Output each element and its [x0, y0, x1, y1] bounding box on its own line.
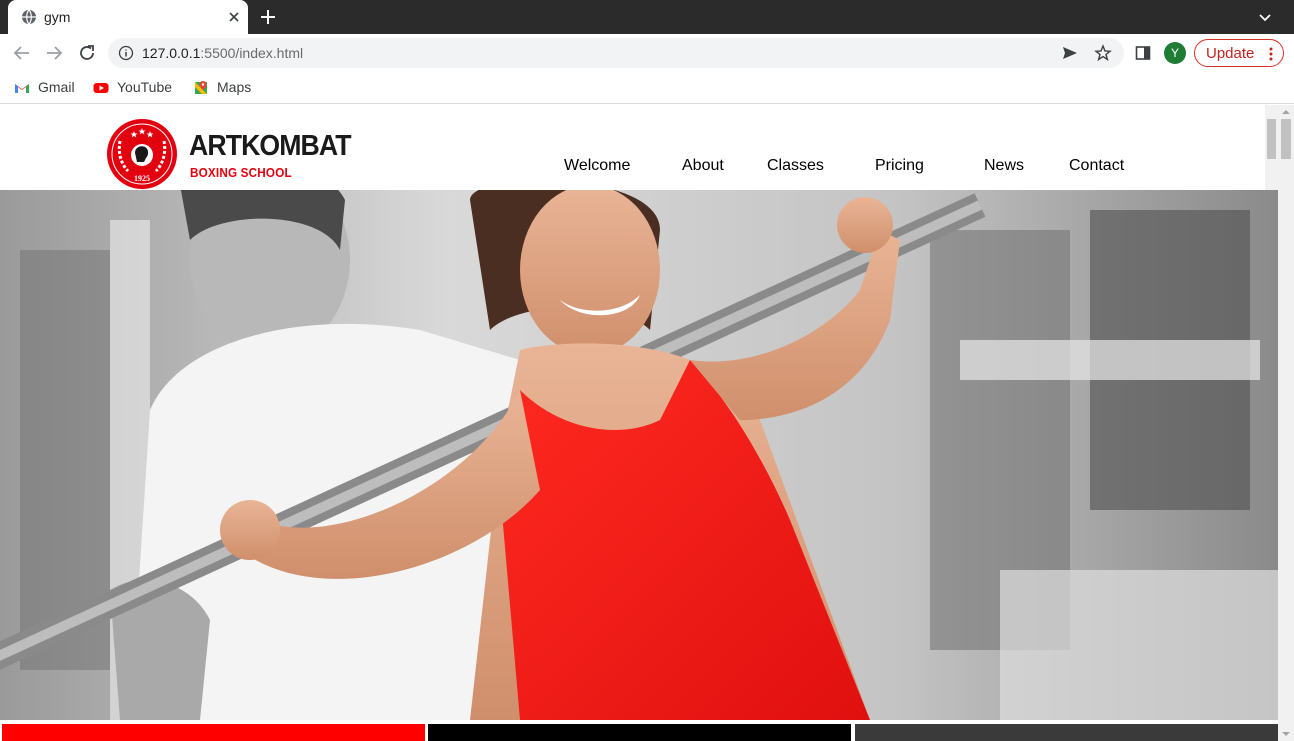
nav-pricing[interactable]: Pricing: [875, 157, 924, 175]
avatar[interactable]: Y: [1164, 42, 1186, 64]
bookmark-label: Maps: [217, 79, 252, 95]
bookmark-maps[interactable]: Maps: [193, 78, 263, 98]
side-panel-icon[interactable]: [1134, 44, 1152, 62]
forward-arrow-icon[interactable]: [43, 42, 65, 64]
scroll-up-icon[interactable]: [1282, 108, 1290, 116]
back-arrow-icon[interactable]: [11, 42, 33, 64]
url-text[interactable]: 127.0.0.1:5500/index.html: [142, 45, 303, 61]
hero-image: [0, 190, 1278, 720]
header-scroll-thumb[interactable]: [1267, 119, 1276, 159]
nav-about[interactable]: About: [682, 157, 724, 175]
update-label: Update: [1206, 45, 1255, 62]
nav-news[interactable]: News: [984, 157, 1024, 175]
gmail-icon: [15, 84, 29, 93]
bookmark-youtube[interactable]: YouTube: [93, 78, 183, 98]
bookmark-label: Gmail: [38, 79, 75, 95]
bookmark-gmail[interactable]: Gmail: [14, 78, 84, 98]
color-strips: [0, 724, 1278, 741]
strip-gray: [855, 724, 1278, 741]
send-icon[interactable]: [1061, 44, 1079, 62]
site-header: 1925 ARTKOMBAT BOXING SCHOOL Welcome Abo…: [0, 105, 1278, 190]
youtube-icon: [93, 83, 109, 93]
url-path: :5500/index.html: [200, 45, 304, 61]
bookmarks-bar: Gmail YouTube Maps: [0, 72, 1294, 104]
chevron-down-icon[interactable]: [1256, 8, 1274, 26]
logo-title[interactable]: ARTKOMBAT: [189, 130, 352, 163]
scroll-down-icon[interactable]: [1282, 730, 1290, 738]
logo-subtitle: BOXING SCHOOL: [190, 165, 292, 180]
tab-bar: gym: [0, 0, 1294, 34]
star-icon[interactable]: [1094, 44, 1112, 62]
close-icon[interactable]: [225, 8, 243, 26]
nav-contact[interactable]: Contact: [1069, 157, 1124, 175]
scroll-thumb[interactable]: [1281, 119, 1291, 159]
maps-icon: [195, 81, 207, 94]
url-host: 127.0.0.1: [142, 45, 201, 61]
tab-title: gym: [44, 9, 71, 25]
new-tab-plus-icon[interactable]: [258, 7, 278, 27]
strip-red: [2, 724, 425, 741]
address-bar[interactable]: 127.0.0.1:5500/index.html: [108, 38, 1124, 68]
info-icon[interactable]: [118, 45, 134, 61]
browser-toolbar: 127.0.0.1:5500/index.html Y Update: [0, 34, 1294, 72]
page-scrollbar[interactable]: [1278, 105, 1294, 741]
page-viewport: 1925 ARTKOMBAT BOXING SCHOOL Welcome Abo…: [0, 105, 1294, 741]
nav-classes[interactable]: Classes: [767, 157, 824, 175]
boxing-logo-icon[interactable]: 1925: [104, 119, 182, 189]
kebab-menu-icon: [1269, 47, 1273, 61]
globe-icon: [22, 9, 36, 25]
reload-icon[interactable]: [76, 42, 98, 64]
header-scrollbar[interactable]: [1265, 105, 1278, 190]
nav-welcome[interactable]: Welcome: [564, 157, 630, 175]
strip-black: [428, 724, 851, 741]
logo-year: 1925: [134, 174, 150, 183]
bookmark-label: YouTube: [117, 79, 173, 95]
update-button[interactable]: Update: [1194, 39, 1284, 67]
browser-tab[interactable]: gym: [8, 0, 248, 34]
